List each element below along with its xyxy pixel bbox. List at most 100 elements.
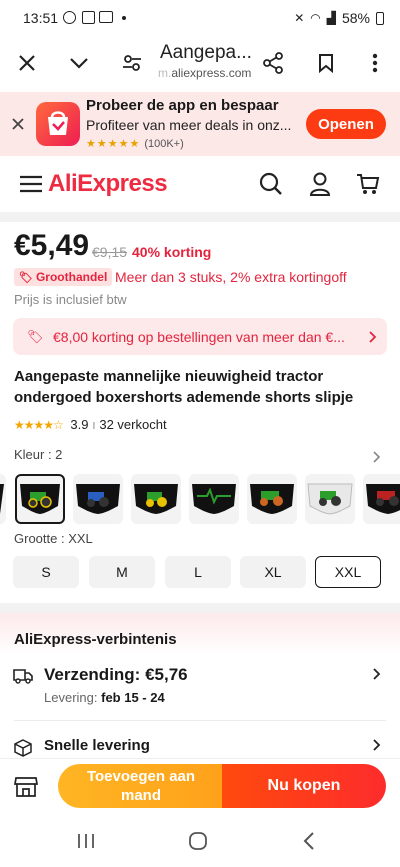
product-title: Aangepaste mannelijke nieuwigheid tracto… — [14, 368, 354, 406]
search-button[interactable] — [256, 169, 286, 199]
delivery-info: Levering: feb 15 - 24 — [44, 690, 165, 705]
close-icon — [19, 55, 35, 71]
wholesale-badge: 🏷 Groothandel — [14, 268, 113, 286]
add-to-cart-button[interactable]: Toevoegen aan mand — [58, 764, 224, 808]
color-thumb[interactable] — [189, 474, 239, 524]
banner-subtitle: Profiteer van meer deals in onz... — [86, 117, 292, 133]
home-icon[interactable] — [188, 831, 208, 851]
store-button[interactable] — [12, 773, 40, 801]
aliexpress-app-logo — [36, 102, 80, 146]
user-icon — [309, 172, 331, 196]
size-option-xxl[interactable]: XXL — [315, 556, 381, 588]
notification-dot-icon — [122, 16, 126, 20]
page-url[interactable]: m.aliexpress.com — [158, 66, 251, 80]
rating-value: 3.9 — [70, 417, 89, 432]
wholesale-text: Meer dan 3 stuks, 2% extra kortingoff — [115, 269, 347, 285]
menu-button[interactable] — [16, 169, 46, 199]
status-time: 13:51 — [23, 10, 59, 26]
cart-button[interactable] — [353, 169, 383, 199]
whatsapp-icon — [63, 11, 76, 24]
discount-label: 40% korting — [132, 244, 212, 260]
size-option-m[interactable]: M — [89, 556, 155, 588]
battery-text: 58% — [341, 10, 370, 26]
site-settings-button[interactable] — [117, 48, 147, 78]
color-thumb-selected[interactable] — [15, 474, 65, 524]
delivery-label: Levering: — [44, 690, 98, 705]
browser-toolbar: Aangepa... m.aliexpress.com — [0, 36, 400, 92]
color-label: Kleur : 2 — [14, 447, 63, 462]
cart-icon — [357, 174, 380, 194]
page-title[interactable]: Aangepa... — [160, 42, 252, 64]
close-tab-button[interactable] — [12, 48, 42, 78]
signal-icon: ▟ — [326, 11, 336, 25]
color-thumb[interactable] — [73, 474, 123, 524]
product-rating[interactable]: ★★★★☆ 3.9 ı 32 verkocht — [14, 417, 167, 432]
color-thumb[interactable] — [363, 474, 400, 524]
color-options — [0, 474, 400, 524]
chevron-right-icon — [369, 331, 377, 343]
aliexpress-logo[interactable]: AliExpress — [48, 170, 168, 198]
review-count: (100K+) — [144, 138, 184, 150]
back-icon[interactable] — [303, 831, 315, 851]
banner-title: Probeer de app en bespaar — [86, 97, 279, 114]
share-icon — [263, 52, 283, 74]
bookmark-icon — [319, 54, 333, 73]
buy-now-button[interactable]: Nu kopen — [222, 764, 386, 808]
wifi-icon: ◠ — [310, 11, 321, 25]
chevron-right-icon[interactable] — [373, 739, 381, 751]
battery-icon — [376, 11, 384, 25]
chevron-down-icon — [70, 58, 88, 69]
store-icon — [14, 777, 38, 797]
coupon-text: €8,00 korting op bestellingen van meer d… — [53, 329, 345, 345]
more-menu-button[interactable] — [360, 48, 390, 78]
vat-note: Prijs is inclusief btw — [14, 292, 127, 307]
collapse-button[interactable] — [64, 48, 94, 78]
current-price: €5,49 — [14, 229, 90, 262]
rating-stars: ★★★★★ — [86, 138, 141, 150]
size-option-xl[interactable]: XL — [240, 556, 306, 588]
system-nav-bar — [0, 816, 400, 867]
status-bar: 13:51 ✕ ◠ ▟ 58% — [0, 0, 400, 36]
shipping-cost[interactable]: Verzending: €5,76 — [44, 665, 188, 685]
hamburger-icon — [20, 175, 42, 193]
close-icon — [12, 118, 24, 130]
search-icon — [259, 172, 282, 195]
more-vert-icon — [372, 53, 378, 73]
chevron-right-icon[interactable] — [373, 451, 381, 463]
sold-count: 32 verkocht — [99, 417, 167, 432]
banner-close-button[interactable] — [8, 114, 28, 134]
original-price: €9,15 — [92, 244, 128, 260]
color-thumb[interactable] — [247, 474, 297, 524]
account-button[interactable] — [305, 169, 335, 199]
delivery-dates: feb 15 - 24 — [101, 690, 165, 705]
app-promo-banner: Probeer de app en bespaar Profiteer van … — [0, 92, 400, 156]
mute-icon: ✕ — [294, 11, 305, 25]
color-thumb[interactable] — [131, 474, 181, 524]
color-thumb[interactable] — [305, 474, 355, 524]
size-option-s[interactable]: S — [13, 556, 79, 588]
wholesale-badge-label: Groothandel — [35, 270, 108, 284]
chevron-right-icon[interactable] — [373, 668, 381, 680]
url-domain: aliexpress.com — [171, 66, 252, 80]
color-thumb[interactable] — [0, 474, 6, 524]
share-button[interactable] — [258, 48, 288, 78]
url-prefix: m. — [158, 66, 172, 80]
recent-apps-icon[interactable] — [77, 833, 95, 849]
banner-rating: ★★★★★ (100K+) — [86, 137, 184, 150]
mail-icon — [99, 11, 113, 23]
box-icon — [14, 739, 32, 757]
size-option-l[interactable]: L — [165, 556, 231, 588]
tag-icon: 🏷 — [19, 271, 33, 284]
fast-delivery[interactable]: Snelle levering — [44, 737, 150, 754]
coupon-banner[interactable]: 🏷 €8,00 korting op bestellingen van meer… — [13, 318, 387, 355]
purchase-action-bar: Toevoegen aan mand Nu kopen — [0, 758, 400, 816]
truck-icon — [13, 669, 33, 684]
site-header: AliExpress — [0, 156, 400, 212]
bookmark-button[interactable] — [311, 48, 341, 78]
open-app-button[interactable]: Openen — [306, 109, 386, 139]
separator — [0, 603, 400, 613]
commitment-title: AliExpress-verbintenis — [14, 631, 177, 648]
commitment-header: AliExpress-verbintenis — [0, 613, 400, 655]
gallery-icon — [82, 11, 95, 24]
coupon-tag-icon: 🏷 — [27, 329, 44, 344]
